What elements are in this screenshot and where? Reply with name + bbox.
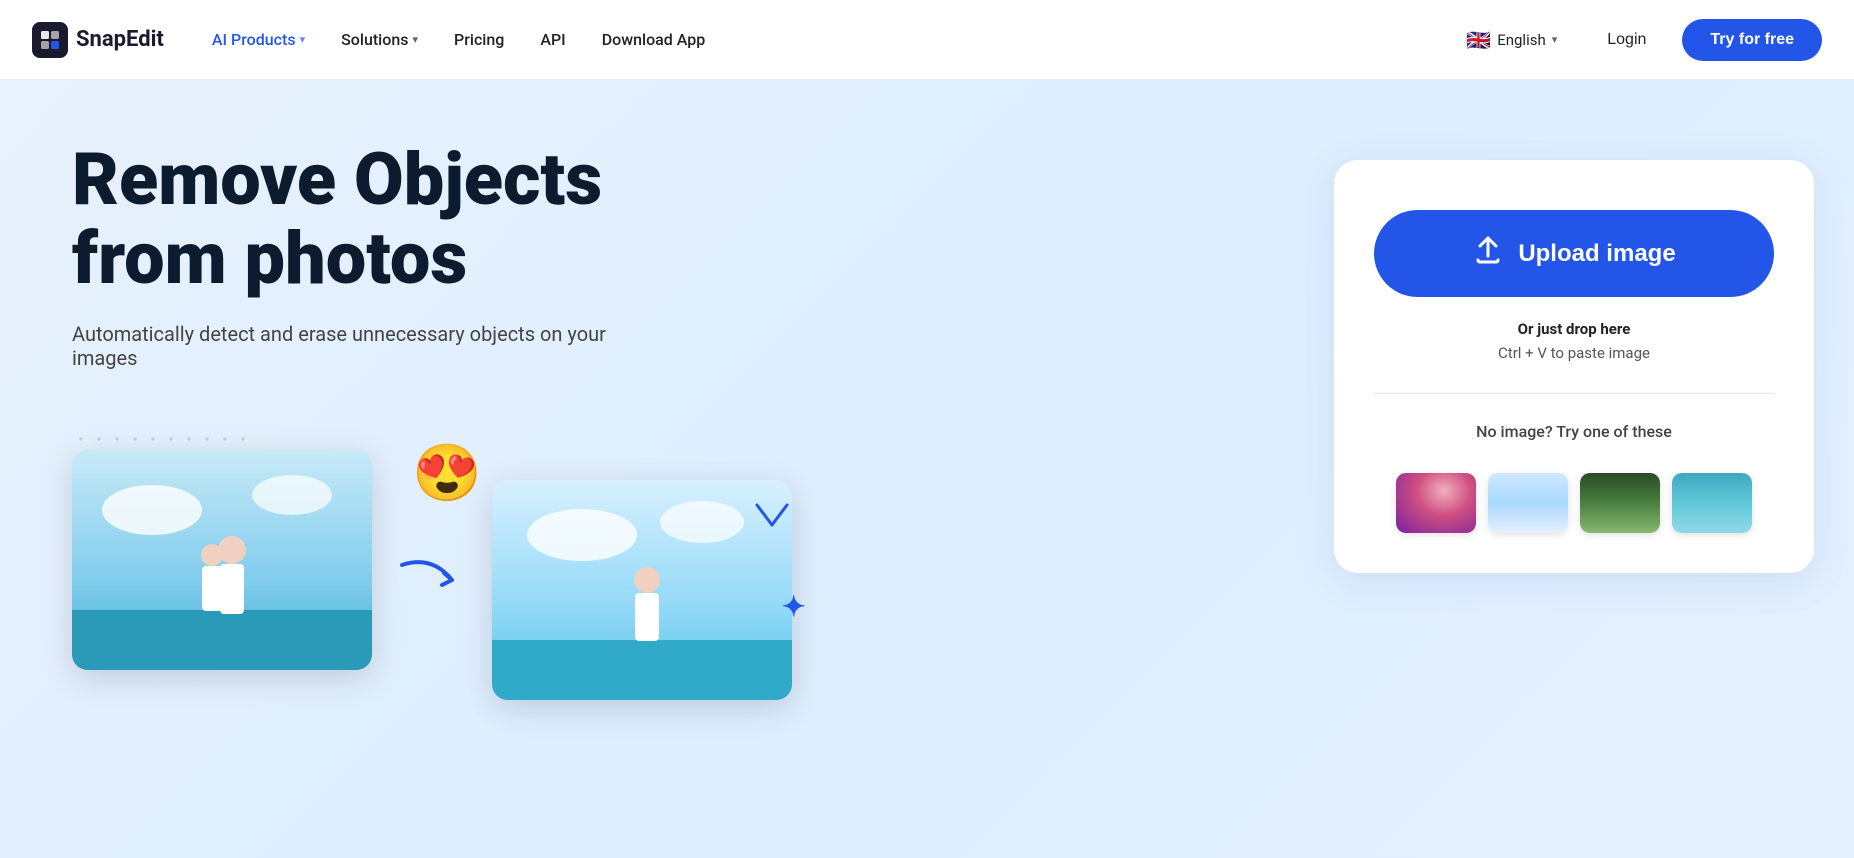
nav-item-download[interactable]: Download App [586, 22, 722, 57]
upload-label: Upload image [1518, 240, 1675, 268]
sparkle-decoration-1 [752, 500, 792, 544]
hero-subtitle: Automatically detect and erase unnecessa… [72, 322, 632, 370]
logo-name: SnapEdit [76, 27, 164, 52]
sample-thumb-4[interactable] [1672, 473, 1752, 533]
nav-right: 🇬🇧 English ▾ Login Try for free [1452, 19, 1822, 61]
chevron-down-icon: ▾ [1552, 33, 1558, 46]
nav-links: AI Products ▾ Solutions ▾ Pricing API Do… [196, 22, 1452, 57]
drop-hint: Or just drop here Ctrl + V to paste imag… [1498, 317, 1650, 365]
samples-label: No image? Try one of these [1476, 422, 1672, 441]
nav-item-solutions[interactable]: Solutions ▾ [325, 22, 434, 57]
upload-card: Upload image Or just drop here Ctrl + V … [1334, 160, 1814, 573]
upload-icon [1472, 234, 1504, 273]
language-label: English [1497, 31, 1546, 49]
sample-thumb-1[interactable] [1396, 473, 1476, 533]
after-image [492, 480, 792, 700]
nav-item-ai-products[interactable]: AI Products ▾ [196, 22, 321, 57]
before-image [72, 450, 372, 670]
navbar: SnapEdit AI Products ▾ Solutions ▾ Prici… [0, 0, 1854, 80]
divider [1374, 393, 1774, 394]
sample-images: 😍 [72, 450, 1246, 700]
chevron-down-icon: ▾ [300, 33, 306, 46]
hero-section: Remove Objects from photos Automatically… [0, 80, 1854, 858]
sample-thumb-3[interactable] [1580, 473, 1660, 533]
flag-icon: 🇬🇧 [1466, 28, 1491, 52]
emoji-decoration: 😍 [412, 440, 482, 506]
arrow-decoration [392, 545, 472, 605]
login-button[interactable]: Login [1587, 23, 1666, 57]
logo-area[interactable]: SnapEdit [32, 22, 164, 58]
nav-item-pricing[interactable]: Pricing [438, 22, 520, 57]
hero-left: Remove Objects from photos Automatically… [0, 80, 1294, 858]
language-selector[interactable]: 🇬🇧 English ▾ [1452, 20, 1571, 60]
sample-area: 😍 [72, 430, 1246, 700]
chevron-down-icon: ▾ [412, 33, 418, 46]
try-for-free-button[interactable]: Try for free [1682, 19, 1822, 61]
nav-item-api[interactable]: API [524, 22, 581, 57]
hero-right: Upload image Or just drop here Ctrl + V … [1294, 80, 1854, 858]
sample-thumb-2[interactable] [1488, 473, 1568, 533]
logo-icon [32, 22, 68, 58]
hero-title-underlined: from photos [72, 219, 467, 298]
sample-thumbnails [1396, 473, 1752, 533]
hero-title: Remove Objects from photos [72, 140, 1246, 298]
upload-button[interactable]: Upload image [1374, 210, 1774, 297]
sparkle-decoration-2: ✦ [782, 590, 805, 623]
